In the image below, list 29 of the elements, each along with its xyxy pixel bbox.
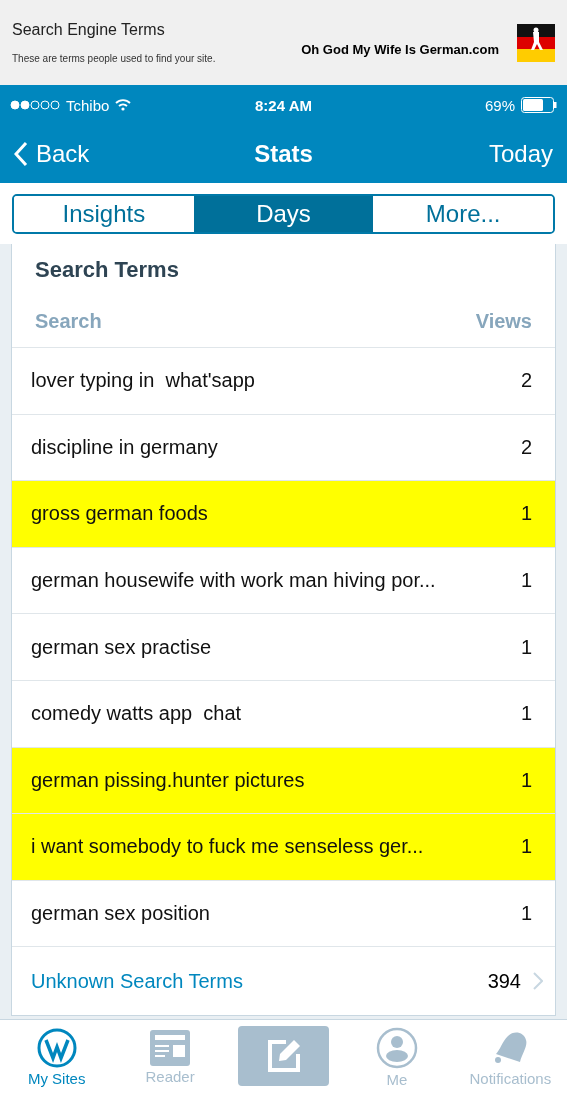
clock-time: 8:24 AM (255, 96, 312, 114)
battery-icon (521, 97, 557, 113)
segment-tab[interactable]: Days (193, 196, 374, 232)
flag-icon (517, 23, 555, 62)
term-row[interactable]: german pissing.hunter pictures 1 (12, 747, 555, 815)
chevron-icon (533, 972, 543, 991)
user-icon (375, 1026, 418, 1069)
tab-bar-item[interactable]: My Sites (0, 1020, 114, 1094)
carrier-name: Tchibo (66, 96, 110, 114)
page-title: Search Engine Terms (12, 21, 166, 39)
newspaper-icon (150, 1029, 191, 1066)
term-row[interactable]: i want somebody to fuck me senseless ger... 1 (12, 814, 555, 881)
column-header: Views (475, 310, 532, 333)
battery-percent: 69% (484, 96, 515, 114)
term-row[interactable]: gross german foods 1 (12, 481, 555, 548)
write-button[interactable] (238, 1026, 329, 1086)
page-subtitle: These are terms people used to find your site. (12, 53, 217, 64)
signal-icon (10, 100, 60, 110)
column-header: Search (35, 310, 102, 333)
card-title: Search Terms (34, 256, 180, 284)
wifi-icon (115, 99, 132, 111)
back-button[interactable]: Back (14, 140, 90, 168)
nav-title: Stats (254, 140, 313, 168)
chevron-left-icon (14, 141, 28, 167)
site-name: Oh God My Wife Is German.com (301, 42, 499, 57)
today-button[interactable]: Today (488, 140, 553, 168)
unknown-count: 394 (487, 969, 521, 993)
logo-icon (36, 1027, 77, 1068)
unknown-terms-link[interactable]: Unknown Search Terms (31, 969, 488, 993)
